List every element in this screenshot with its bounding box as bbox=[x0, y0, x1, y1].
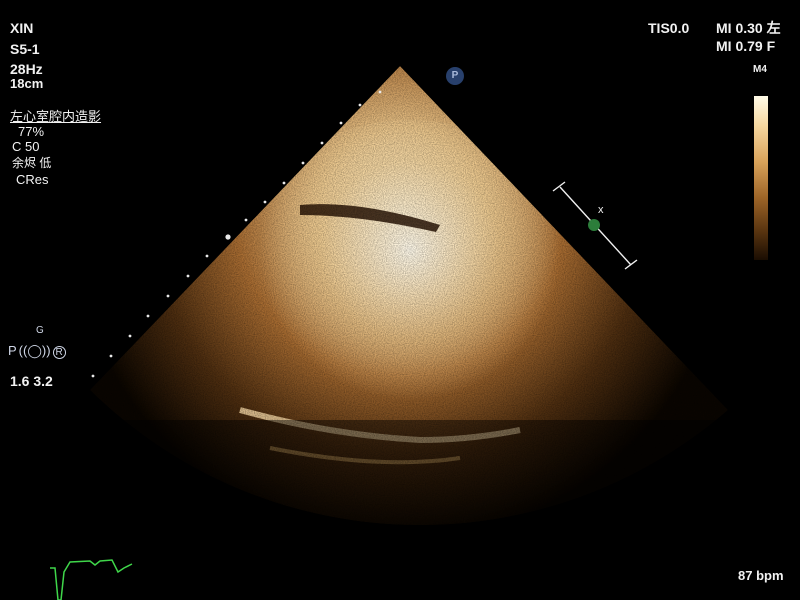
mode-label: 左心室腔内造影 bbox=[10, 109, 102, 124]
probe-label: S5-1 bbox=[10, 41, 40, 57]
map-label: M4 bbox=[753, 64, 767, 75]
gain-values: 1.6 3.2 bbox=[10, 373, 53, 389]
ecg-trace bbox=[50, 559, 133, 600]
grayscale-colorbar bbox=[754, 96, 768, 260]
resolution-value: CRes bbox=[16, 172, 49, 187]
mi-readout-2: MI 0.79 F bbox=[716, 38, 776, 54]
gain-r-label: R bbox=[52, 346, 66, 359]
compression-value: C 50 bbox=[12, 139, 40, 154]
depth-readout: 18cm bbox=[10, 76, 44, 91]
ultrasound-sector bbox=[50, 66, 728, 600]
focus-dot bbox=[588, 219, 600, 231]
wave-icon: ((◯)) bbox=[18, 343, 51, 358]
power-value: 77% bbox=[18, 124, 45, 139]
heart-rate: 87 bpm bbox=[738, 568, 784, 583]
frame-rate: 28Hz bbox=[10, 61, 43, 77]
mi-readout-1: MI 0.30 左 bbox=[716, 20, 781, 36]
exam-label: XIN bbox=[10, 20, 34, 36]
focus-x-label: x bbox=[598, 204, 604, 216]
gain-p-label: P bbox=[8, 343, 17, 358]
persistence-value: 余烬 低 bbox=[12, 156, 52, 170]
gain-g-label: G bbox=[36, 325, 44, 336]
probe-orientation-icon: P bbox=[446, 67, 464, 85]
tis-readout: TIS0.0 bbox=[648, 20, 690, 36]
gain-icons: P ((◯)) R bbox=[8, 343, 68, 359]
